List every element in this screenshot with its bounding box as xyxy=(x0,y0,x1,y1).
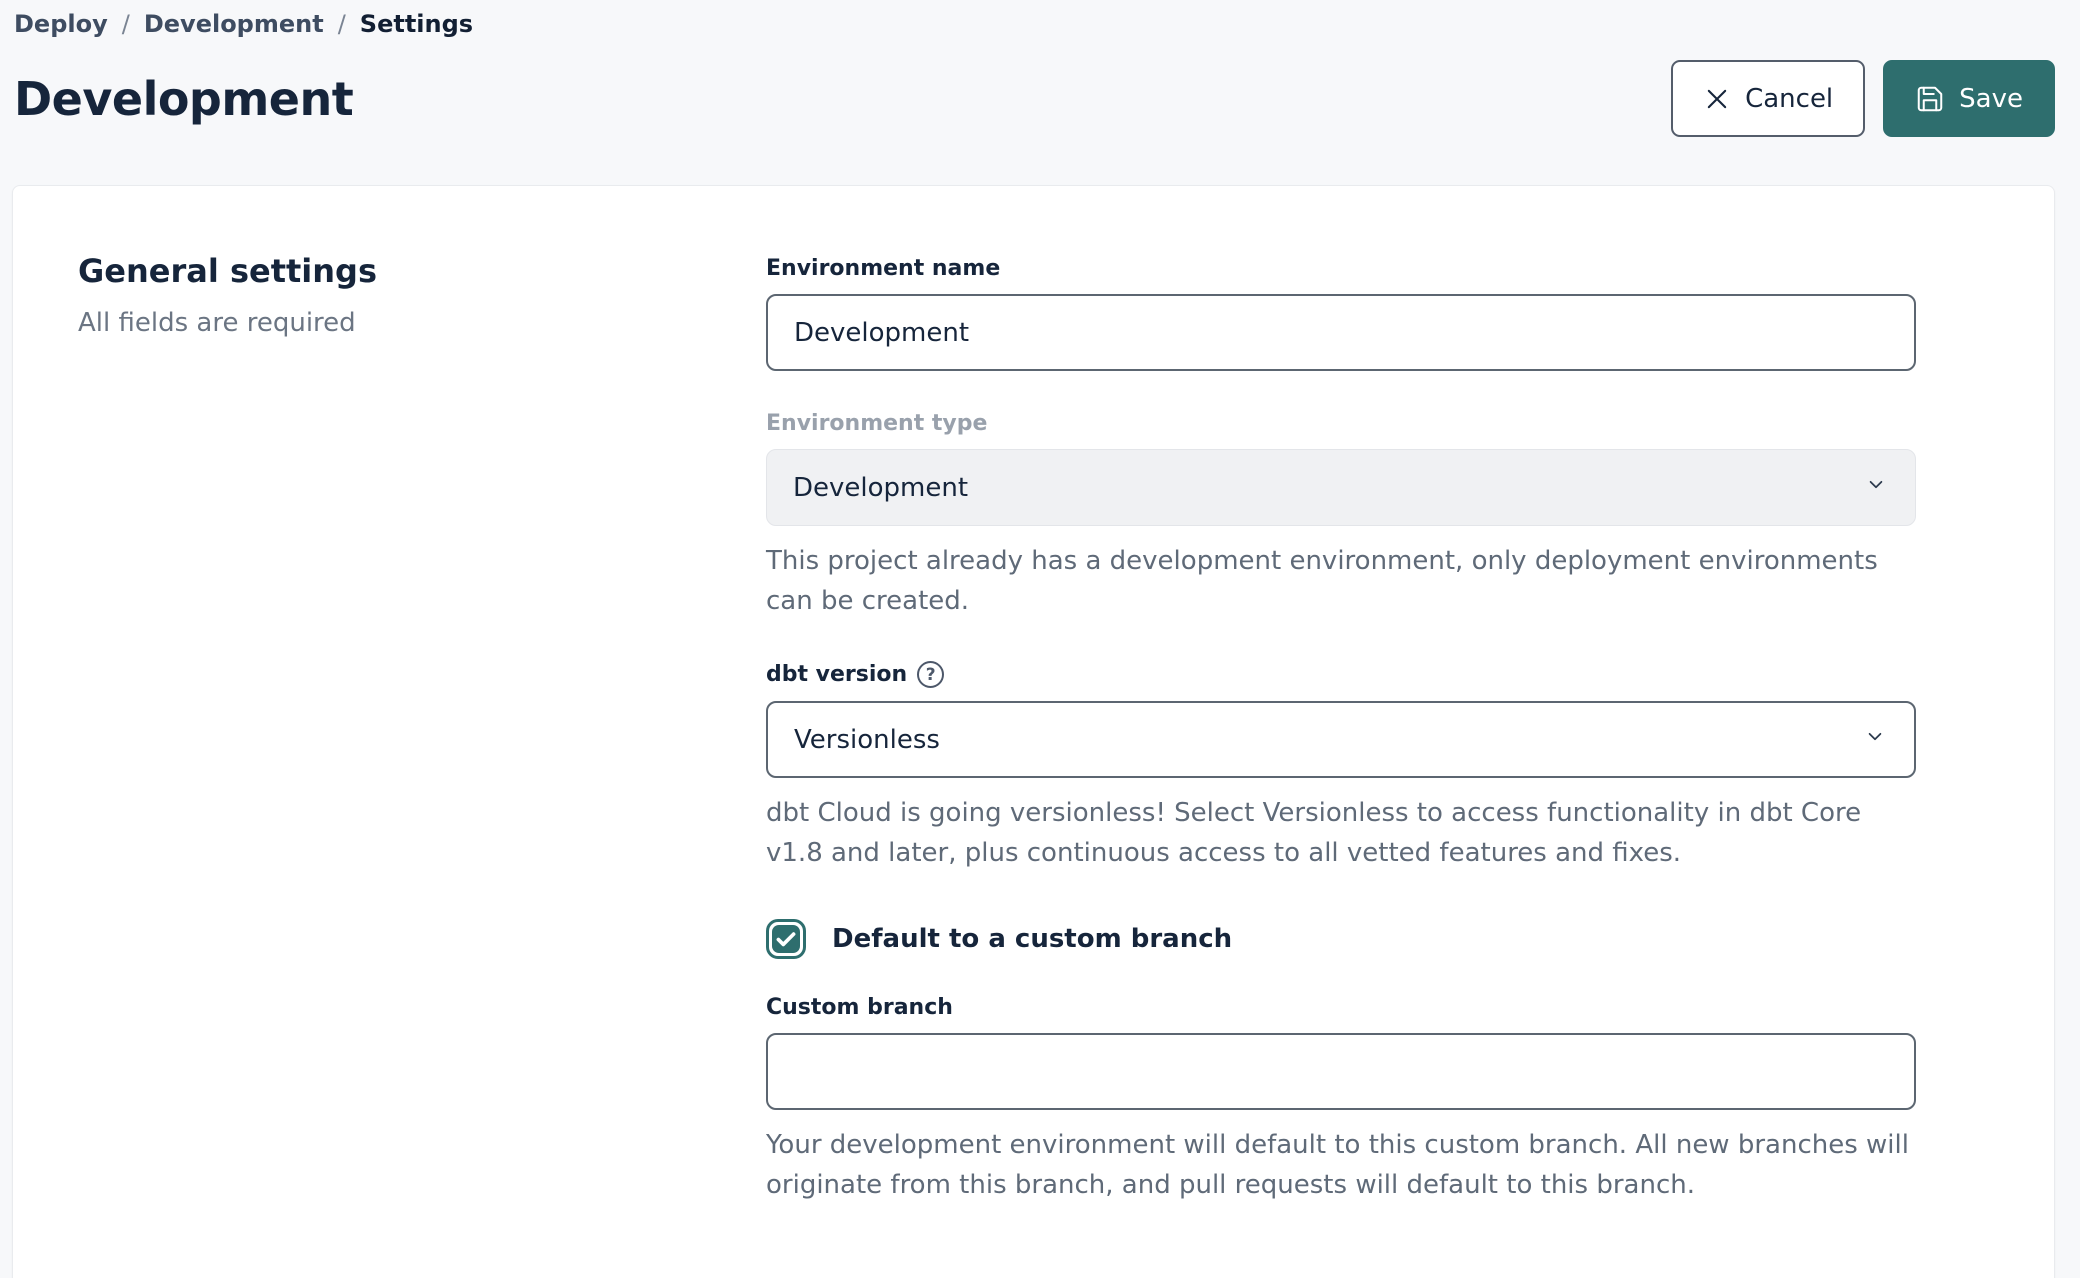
cancel-button-label: Cancel xyxy=(1745,84,1833,114)
topbar: Deploy / Development / Settings Developm… xyxy=(0,0,2080,137)
environment-name-group: Environment name xyxy=(766,256,1916,371)
header-actions: Cancel Save xyxy=(1671,60,2055,137)
save-button[interactable]: Save xyxy=(1883,60,2055,137)
help-question-icon[interactable]: ? xyxy=(917,661,944,688)
dbt-version-label-text: dbt version xyxy=(766,662,907,687)
save-floppy-icon xyxy=(1915,84,1945,114)
dbt-version-group: dbt version ? Versionless dbt Cloud is g… xyxy=(766,661,1916,873)
checkmark-icon xyxy=(772,925,800,953)
settings-form: Environment name Environment type Develo… xyxy=(766,256,1916,1245)
custom-branch-group: Custom branch Your development environme… xyxy=(766,995,1916,1205)
custom-branch-checkbox-row[interactable]: Default to a custom branch xyxy=(766,919,1916,959)
chevron-down-icon xyxy=(1862,723,1888,756)
chevron-down-icon xyxy=(1863,471,1889,504)
save-button-label: Save xyxy=(1959,84,2023,114)
custom-branch-help-text: Your development environment will defaul… xyxy=(766,1125,1916,1205)
environment-type-value: Development xyxy=(793,473,968,503)
breadcrumb-development[interactable]: Development xyxy=(144,10,324,38)
custom-branch-checkbox-label: Default to a custom branch xyxy=(832,924,1232,954)
environment-name-input[interactable] xyxy=(766,294,1916,371)
breadcrumb-separator: / xyxy=(338,10,346,38)
dbt-version-value: Versionless xyxy=(794,725,940,755)
breadcrumb-settings: Settings xyxy=(360,10,473,38)
environment-type-help-text: This project already has a development e… xyxy=(766,541,1916,621)
general-settings-card: General settings All fields are required… xyxy=(12,185,2055,1278)
section-header: General settings All fields are required xyxy=(78,252,698,338)
custom-branch-input[interactable] xyxy=(766,1033,1916,1110)
title-row: Development Cancel Save xyxy=(14,60,2055,137)
environment-type-label: Environment type xyxy=(766,411,1916,436)
page-title: Development xyxy=(14,72,353,126)
section-subtitle: All fields are required xyxy=(78,308,698,338)
environment-name-label: Environment name xyxy=(766,256,1916,281)
dbt-version-help-text: dbt Cloud is going versionless! Select V… xyxy=(766,793,1916,873)
close-icon xyxy=(1703,85,1731,113)
breadcrumb-separator: / xyxy=(122,10,130,38)
environment-type-group: Environment type Development This projec… xyxy=(766,411,1916,621)
breadcrumb: Deploy / Development / Settings xyxy=(14,10,2055,38)
breadcrumb-deploy[interactable]: Deploy xyxy=(14,10,108,38)
dbt-version-select[interactable]: Versionless xyxy=(766,701,1916,778)
environment-type-select: Development xyxy=(766,449,1916,526)
custom-branch-checkbox[interactable] xyxy=(766,919,806,959)
cancel-button[interactable]: Cancel xyxy=(1671,60,1865,137)
dbt-version-label: dbt version ? xyxy=(766,661,1916,688)
section-title: General settings xyxy=(78,252,698,290)
custom-branch-label: Custom branch xyxy=(766,995,1916,1020)
